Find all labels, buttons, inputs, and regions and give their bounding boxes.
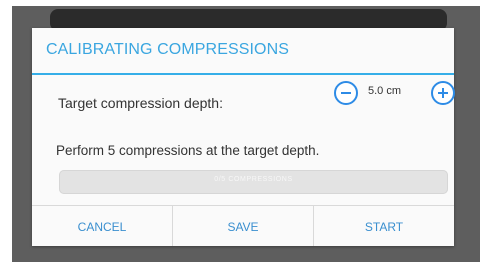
progress-text: 0/5 COMPRESSIONS bbox=[214, 176, 293, 183]
save-button[interactable]: SAVE bbox=[173, 206, 314, 246]
compression-progress-bar: 0/5 COMPRESSIONS bbox=[59, 170, 448, 194]
decrease-depth-button[interactable] bbox=[334, 81, 358, 105]
dialog-title: CALIBRATING COMPRESSIONS bbox=[32, 28, 454, 75]
minus-icon bbox=[341, 92, 351, 94]
instruction-text: Perform 5 compressions at the target dep… bbox=[56, 143, 320, 158]
plus-icon-vertical bbox=[442, 88, 444, 98]
target-depth-label: Target compression depth: bbox=[58, 95, 223, 111]
cancel-button[interactable]: CANCEL bbox=[32, 206, 173, 246]
app-screen: CALIBRATING COMPRESSIONS Target compress… bbox=[12, 6, 480, 262]
increase-depth-button[interactable] bbox=[431, 81, 455, 105]
calibration-dialog: CALIBRATING COMPRESSIONS Target compress… bbox=[32, 28, 455, 246]
dialog-button-bar: CANCEL SAVE START bbox=[32, 205, 454, 246]
target-depth-value: 5.0 cm bbox=[368, 85, 402, 97]
target-depth-row: Target compression depth: 5.0 cm bbox=[32, 75, 455, 119]
start-button[interactable]: START bbox=[314, 206, 454, 246]
